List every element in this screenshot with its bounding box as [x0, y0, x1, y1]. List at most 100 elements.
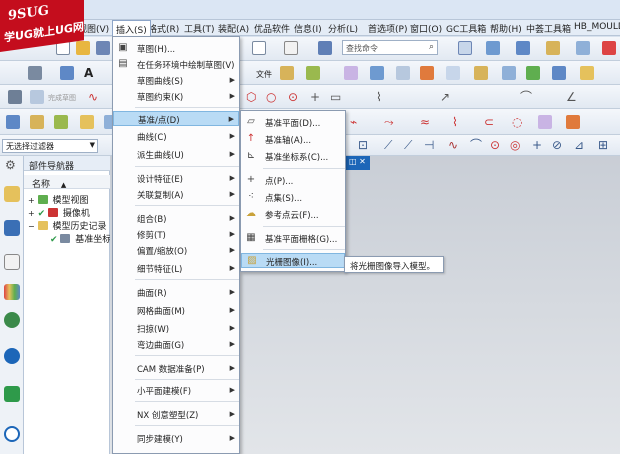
mesh-icon[interactable] [344, 66, 358, 80]
menu-info[interactable]: 信息(I) [294, 22, 322, 35]
surface-icon[interactable] [306, 66, 320, 80]
circle-icon[interactable]: ○ [266, 90, 276, 104]
menu-item-flange-surface[interactable]: 弯边曲面(G) ▶ [113, 337, 239, 352]
menu-youpin[interactable]: 优品软件 [254, 22, 290, 35]
point-tool-icon[interactable]: ⊙ [288, 90, 298, 104]
sketch-grid-icon[interactable] [30, 90, 44, 104]
tree-row-history[interactable]: − 模型历史记录 [28, 219, 106, 232]
green-feature-icon[interactable] [526, 66, 540, 80]
combine-curve-icon[interactable]: ⊂ [484, 115, 494, 129]
web-browser-icon[interactable] [4, 386, 20, 402]
selection-icon[interactable] [318, 41, 332, 55]
view-orient-icon[interactable] [486, 41, 500, 55]
snap-point-icon[interactable]: + [532, 138, 542, 152]
open-folder-icon[interactable] [76, 41, 90, 55]
tube-icon[interactable] [396, 66, 410, 80]
menu-window[interactable]: 窗口(O) [410, 22, 442, 35]
menu-item-derived-curve[interactable]: 派生曲线(U) ▶ [113, 147, 239, 162]
menu-item-detail-feature[interactable]: 细节特征(L) ▶ [113, 261, 239, 276]
mirror-icon[interactable] [502, 66, 516, 80]
snap-curve-icon[interactable]: ∿ [448, 138, 458, 152]
history-eye-icon[interactable] [4, 312, 20, 328]
menu-format[interactable]: 格式(R) [148, 22, 179, 35]
submenu-item-datum-axis[interactable]: ↑ 基准轴(A)... [241, 132, 345, 147]
menu-item-synchronous-modeling[interactable]: 同步建模(Y) ▶ [113, 431, 239, 446]
chamfer-sketch-icon[interactable]: ∠ [566, 90, 577, 104]
menu-item-nx-realize-shape[interactable]: NX 创意塑型(Z) ▶ [113, 407, 239, 422]
menu-analysis[interactable]: 分析(L) [328, 22, 358, 35]
sort-arrow-icon[interactable]: ▲ [61, 181, 66, 189]
fillet-sketch-icon[interactable]: ⌒ [520, 90, 532, 104]
text-tool-icon[interactable]: A [84, 66, 93, 80]
menu-help[interactable]: 帮助(H) [490, 22, 522, 35]
menu-item-sweep[interactable]: 扫掠(W) ▶ [113, 321, 239, 336]
window-frame-icon[interactable] [284, 41, 298, 55]
document-tab[interactable]: ◫ ✕ [346, 156, 370, 170]
save-icon[interactable] [96, 41, 110, 55]
expand-icon[interactable]: + [28, 196, 35, 205]
constraint-navigator-icon[interactable] [4, 220, 20, 236]
rectangle-icon[interactable]: ▭ [330, 90, 341, 104]
clock-icon[interactable] [4, 426, 20, 442]
blend-icon[interactable] [280, 66, 294, 80]
snap-center-icon[interactable]: ⊙ [490, 138, 500, 152]
info-icon[interactable] [4, 348, 20, 364]
menu-item-cam-data-prep[interactable]: CAM 数据准备(P) ▶ [113, 361, 239, 376]
bridge-curve-icon[interactable]: ⌁ [350, 115, 357, 129]
trim-icon[interactable]: ⌇ [376, 90, 382, 104]
menu-assembly[interactable]: 装配(A) [218, 22, 249, 35]
sweep-icon[interactable] [370, 66, 384, 80]
unite-icon[interactable] [6, 115, 20, 129]
menu-preferences[interactable]: 首选项(P) [368, 22, 407, 35]
reuse-library-icon[interactable] [4, 284, 20, 300]
offset-curve-icon[interactable]: ≈ [420, 115, 430, 129]
color-icon[interactable] [602, 41, 616, 55]
sketch-tool-icon[interactable] [28, 66, 42, 80]
polygon-icon[interactable]: ⬡ [246, 90, 256, 104]
assembly-navigator-icon[interactable] [4, 186, 20, 202]
snap-tangent-icon[interactable]: ⌒ [470, 138, 482, 152]
menu-item-combine[interactable]: 组合(B) ▶ [113, 211, 239, 226]
subtract-icon[interactable] [30, 115, 44, 129]
snap-face-icon[interactable]: ⊿ [574, 138, 584, 152]
part-navigator-icon[interactable] [4, 254, 20, 270]
chevron-down-icon[interactable]: ▼ [90, 141, 95, 149]
wrap-curve-icon[interactable]: ◌ [512, 115, 522, 129]
menu-item-associative-copy[interactable]: 关联复制(A) ▶ [113, 187, 239, 202]
helix-icon[interactable]: ⌇ [452, 115, 458, 129]
snap-mid-icon[interactable]: ⟋ [404, 138, 412, 152]
patch-icon[interactable] [538, 115, 552, 129]
collapse-icon[interactable]: − [28, 222, 35, 231]
curve-tool-icon[interactable]: ∿ [88, 90, 98, 104]
box-icon[interactable] [420, 66, 434, 80]
tree-row-camera[interactable]: + ✔ 摄像机 [28, 206, 90, 219]
selection-filter[interactable]: 无选择过滤器 ▼ [2, 139, 98, 153]
sketch-finish-icon[interactable] [8, 90, 22, 104]
submenu-item-datum-csys[interactable]: ⊾ 基准坐标系(C)... [241, 149, 345, 164]
menu-item-offset-scale[interactable]: 偏置/缩放(O) ▶ [113, 243, 239, 258]
offset-face-icon[interactable] [580, 66, 594, 80]
move-face-icon[interactable] [552, 66, 566, 80]
close-icon[interactable]: ✕ [359, 157, 366, 166]
snap-intersect-icon[interactable]: ⊘ [552, 138, 562, 152]
menu-item-curve[interactable]: 曲线(C) ▶ [113, 129, 239, 144]
extend-icon[interactable]: ↗ [440, 90, 450, 104]
snap-end-icon[interactable]: ⊡ [358, 138, 368, 152]
submenu-item-plane-grid[interactable]: ▦ 基准平面栅格(G)... [241, 231, 345, 246]
menu-item-datum-point[interactable]: 基准/点(D) ▶ [113, 111, 239, 126]
menu-gc-toolbox[interactable]: GC工具箱 [446, 22, 486, 35]
search-icon[interactable]: ⌕ [429, 42, 434, 52]
pattern-icon[interactable] [474, 66, 488, 80]
menu-item-facet-modeling[interactable]: 小平面建模(F) ▶ [113, 383, 239, 398]
tree-row-model-views[interactable]: + 模型视图 [28, 193, 88, 206]
menu-item-sketch-in-task[interactable]: ▤ 在任务环境中绘制草图(V) [113, 57, 239, 72]
submenu-item-point-set[interactable]: ⁖ 点集(S)... [241, 190, 345, 205]
cylinder-icon[interactable] [446, 66, 460, 80]
menu-insert[interactable]: 插入(S) [112, 20, 151, 37]
navigator-column-name[interactable]: 名称 ▲ [24, 175, 110, 190]
expand-icon[interactable]: + [28, 209, 35, 218]
snap-icon[interactable] [458, 41, 472, 55]
menu-item-sketch-curve[interactable]: 草图曲线(S) ▶ [113, 73, 239, 88]
submenu-item-datum-plane[interactable]: ▱ 基准平面(D)... [241, 115, 345, 130]
trim-body-icon[interactable] [80, 115, 94, 129]
